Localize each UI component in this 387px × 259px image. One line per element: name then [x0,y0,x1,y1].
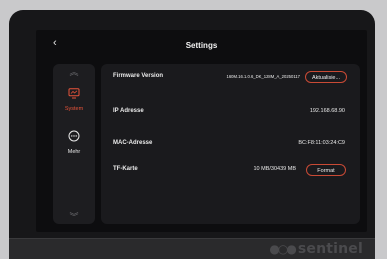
sidebar: ︽ System Mehr ︾ [53,64,95,224]
ip-value: 192.168.68.90 [309,108,345,114]
update-button[interactable]: Aktualisie... [305,71,347,83]
tf-card-label: TF-Karte [113,166,138,172]
mac-label: MAC-Adresse [113,140,153,146]
firmware-row: Firmware Version 160M.16.1.0.6_DK_128M_A… [101,69,360,85]
brand-name: sentinel [297,241,363,257]
monitor-icon [68,88,80,99]
firmware-value: 160M.16.1.0.6_DK_128M_A_20250117 [226,74,301,79]
chevron-up-icon[interactable]: ︽ [53,65,95,78]
chevron-down-icon[interactable]: ︾ [53,210,95,223]
top-bar: ‹ Settings [36,30,367,60]
firmware-label: Firmware Version [113,73,164,79]
tf-card-row: TF-Karte 10 MB/30439 MB Format [101,162,360,178]
device-frame: ‹ Settings ︽ System Mehr ︾ Firmware Vers… [9,10,375,259]
sidebar-item-more[interactable]: Mehr [53,129,95,155]
tf-card-value: 10 MB/30439 MB [253,166,297,172]
mac-value: BC:F8:11:03:24:C9 [298,140,345,146]
sidebar-item-system[interactable]: System [53,86,95,112]
ip-label: IP Adresse [113,108,144,114]
device-screen: ‹ Settings ︽ System Mehr ︾ Firmware Vers… [36,30,367,232]
brand-logo: ●○● sentinel [269,241,363,257]
mac-row: MAC-Adresse BC:F8:11:03:24:C9 [101,136,360,152]
sidebar-item-label: Mehr [67,149,81,155]
format-button[interactable]: Format [306,164,346,176]
more-dots-icon [68,130,80,142]
page-title: Settings [185,41,218,50]
settings-panel: Firmware Version 160M.16.1.0.6_DK_128M_A… [101,64,360,224]
brand-mark-icon: ●○● [269,242,296,256]
sidebar-item-label: System [64,106,84,112]
device-bezel: ●○● sentinel [9,238,375,259]
ip-row: IP Adresse 192.168.68.90 [101,104,360,120]
